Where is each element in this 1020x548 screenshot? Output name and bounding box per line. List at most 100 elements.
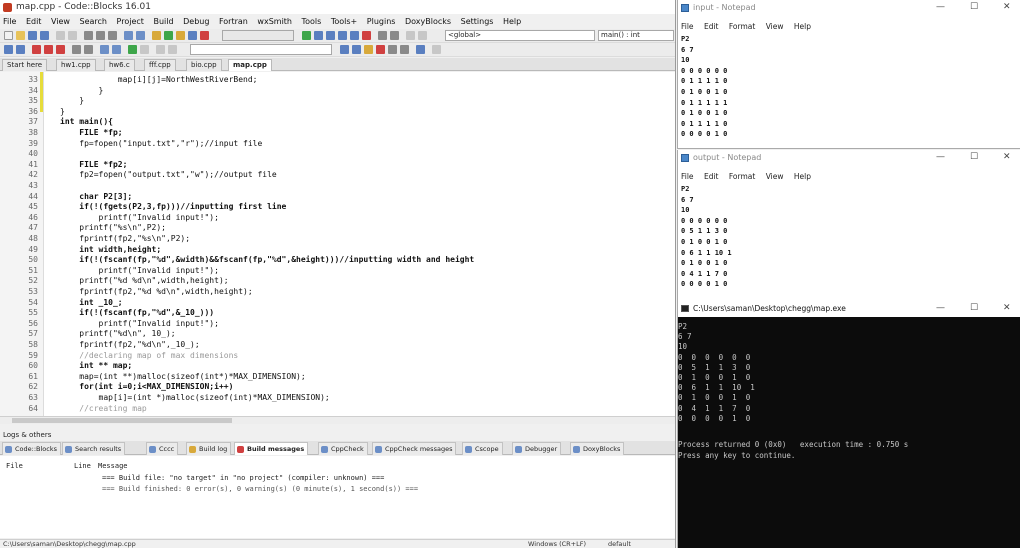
menu-edit[interactable]: Edit [704, 22, 719, 31]
build-target-select[interactable] [222, 30, 294, 41]
rebuild-icon[interactable] [188, 31, 197, 40]
abort-icon[interactable] [200, 31, 209, 40]
symbol-select[interactable]: main() : int [598, 30, 674, 41]
tab-start-here[interactable]: Start here [2, 59, 48, 71]
debug-windows-icon[interactable] [378, 31, 387, 40]
tab-map-cpp[interactable]: map.cpp [228, 59, 272, 71]
tab-hw6-c[interactable]: hw6.c [104, 59, 135, 71]
highlight-icon[interactable] [364, 45, 373, 54]
code-line[interactable]: //declaring map of max dimensions [60, 351, 238, 360]
maximize-button[interactable]: ☐ [970, 150, 978, 165]
code-line[interactable]: if(!(fscanf(fp,"%d",&_10_))) [60, 308, 214, 317]
menu-project[interactable]: Project [117, 17, 144, 26]
regex-icon[interactable] [388, 45, 397, 54]
code-line[interactable]: map=(int **)malloc(sizeof(int*)*MAX_DIME… [60, 372, 305, 381]
toggle-bookmark-icon[interactable] [32, 45, 41, 54]
find-prev-icon[interactable] [340, 45, 349, 54]
menu-file[interactable]: File [681, 22, 694, 31]
menu-doxyblocks[interactable]: DoxyBlocks [405, 17, 451, 26]
code-line[interactable]: } [60, 96, 84, 105]
zoom-out-icon[interactable] [168, 45, 177, 54]
save-icon[interactable] [28, 31, 37, 40]
log-tab-build-messages[interactable]: Build messages [234, 442, 309, 455]
menu-view[interactable]: View [766, 22, 784, 31]
match-brace-icon[interactable] [128, 45, 137, 54]
code-line[interactable]: fp=fopen("input.txt","r");//input file [60, 139, 262, 148]
code-editor[interactable]: 33 map[i][j]=NorthWestRiverBend; 34 } 35 }… [0, 72, 675, 416]
menu-file[interactable]: File [3, 17, 16, 26]
log-tab-cccc[interactable]: Cccc [146, 442, 179, 455]
code-line[interactable]: fp2=fopen("output.txt","w");//output fil… [60, 170, 276, 179]
code-line[interactable]: printf("Invalid input!"); [60, 319, 219, 328]
build-messages-list[interactable]: File Line Message === Build file: "no ta… [0, 456, 675, 538]
code-line[interactable]: //creating map [60, 404, 146, 413]
column-header-message[interactable]: Message [98, 462, 128, 470]
code-line[interactable]: } [60, 86, 104, 95]
menu-build[interactable]: Build [153, 17, 173, 26]
code-line[interactable]: int width,height; [60, 245, 161, 254]
zoom-in-icon[interactable] [156, 45, 165, 54]
goto-icon[interactable] [416, 45, 425, 54]
stop-debugger-icon[interactable] [362, 31, 371, 40]
debug-info-icon[interactable] [390, 31, 399, 40]
find-next-icon[interactable] [352, 45, 361, 54]
log-tab-cppcheck[interactable]: CppCheck [318, 442, 368, 455]
scope-select[interactable]: <global> [445, 30, 595, 41]
console-output[interactable]: P2 6 7 10 0 0 0 0 0 00 5 1 1 3 00 1 0 0 1 0… [678, 320, 1020, 548]
code-line[interactable]: if(!(fgets(P2,3,fp)))//inputting first l… [60, 202, 286, 211]
code-line[interactable]: printf("Invalid input!"); [60, 266, 219, 275]
run-icon[interactable] [164, 31, 173, 40]
code-line[interactable]: printf("Invalid input!"); [60, 213, 219, 222]
log-tab-codeblocks[interactable]: Code::Blocks [2, 442, 61, 455]
menu-search[interactable]: Search [80, 17, 107, 26]
code-line[interactable]: char P2[3]; [60, 192, 132, 201]
minimize-button[interactable]: — [936, 0, 945, 15]
close-button[interactable]: ✕ [1003, 150, 1011, 165]
replace-icon[interactable] [136, 31, 145, 40]
menu-edit[interactable]: Edit [26, 17, 42, 26]
menu-fortran[interactable]: Fortran [219, 17, 248, 26]
code-line[interactable]: fprintf(fp2,"%s\n",P2); [60, 234, 190, 243]
close-button[interactable]: ✕ [1003, 0, 1011, 15]
code-line[interactable]: printf("%s\n",P2); [60, 223, 166, 232]
next-line-icon[interactable] [326, 31, 335, 40]
menu-tools[interactable]: Tools [302, 17, 322, 26]
save-all-icon[interactable] [40, 31, 49, 40]
log-tab-debugger[interactable]: Debugger [512, 442, 562, 455]
code-line[interactable]: FILE *fp2; [60, 160, 127, 169]
code-line[interactable]: printf("%d\n", 10_); [60, 329, 175, 338]
copy-icon[interactable] [96, 31, 105, 40]
code-line[interactable]: int _10_; [60, 298, 122, 307]
minimize-button[interactable]: — [936, 150, 945, 165]
menu-format[interactable]: Format [729, 172, 755, 181]
undo-icon[interactable] [56, 31, 65, 40]
log-tab-build-log[interactable]: Build log [186, 442, 232, 455]
search-combo[interactable] [190, 44, 332, 55]
paste-icon[interactable] [108, 31, 117, 40]
options-icon[interactable] [432, 45, 441, 54]
jump-forward-icon[interactable] [418, 31, 427, 40]
menu-file[interactable]: File [681, 172, 694, 181]
cut-icon[interactable] [84, 31, 93, 40]
doc-line-icon[interactable] [112, 45, 121, 54]
code-line[interactable]: for(int i=0;i<MAX_DIMENSION;i++) [60, 382, 233, 391]
redo-icon[interactable] [68, 31, 77, 40]
open-folder-icon[interactable] [16, 31, 25, 40]
menu-view[interactable]: View [766, 172, 784, 181]
new-file-icon[interactable] [4, 31, 13, 40]
menu-wxsmith[interactable]: wxSmith [257, 17, 292, 26]
uncomment-icon[interactable] [84, 45, 93, 54]
log-tab-doxyblocks[interactable]: DoxyBlocks [570, 442, 625, 455]
tab-fff-cpp[interactable]: fff.cpp [144, 59, 176, 71]
selection-icon[interactable] [140, 45, 149, 54]
code-line[interactable]: printf("%d %d\n",width,height); [60, 276, 228, 285]
match-case-icon[interactable] [400, 45, 409, 54]
menu-format[interactable]: Format [729, 22, 755, 31]
code-line[interactable]: } [60, 107, 65, 116]
menu-plugins[interactable]: Plugins [367, 17, 396, 26]
menu-help[interactable]: Help [794, 22, 811, 31]
jump-back-icon[interactable] [406, 31, 415, 40]
comment-icon[interactable] [72, 45, 81, 54]
code-line[interactable]: map[i]=(int *)malloc(sizeof(int)*MAX_DIM… [60, 393, 330, 402]
tab-bio-cpp[interactable]: bio.cpp [186, 59, 222, 71]
